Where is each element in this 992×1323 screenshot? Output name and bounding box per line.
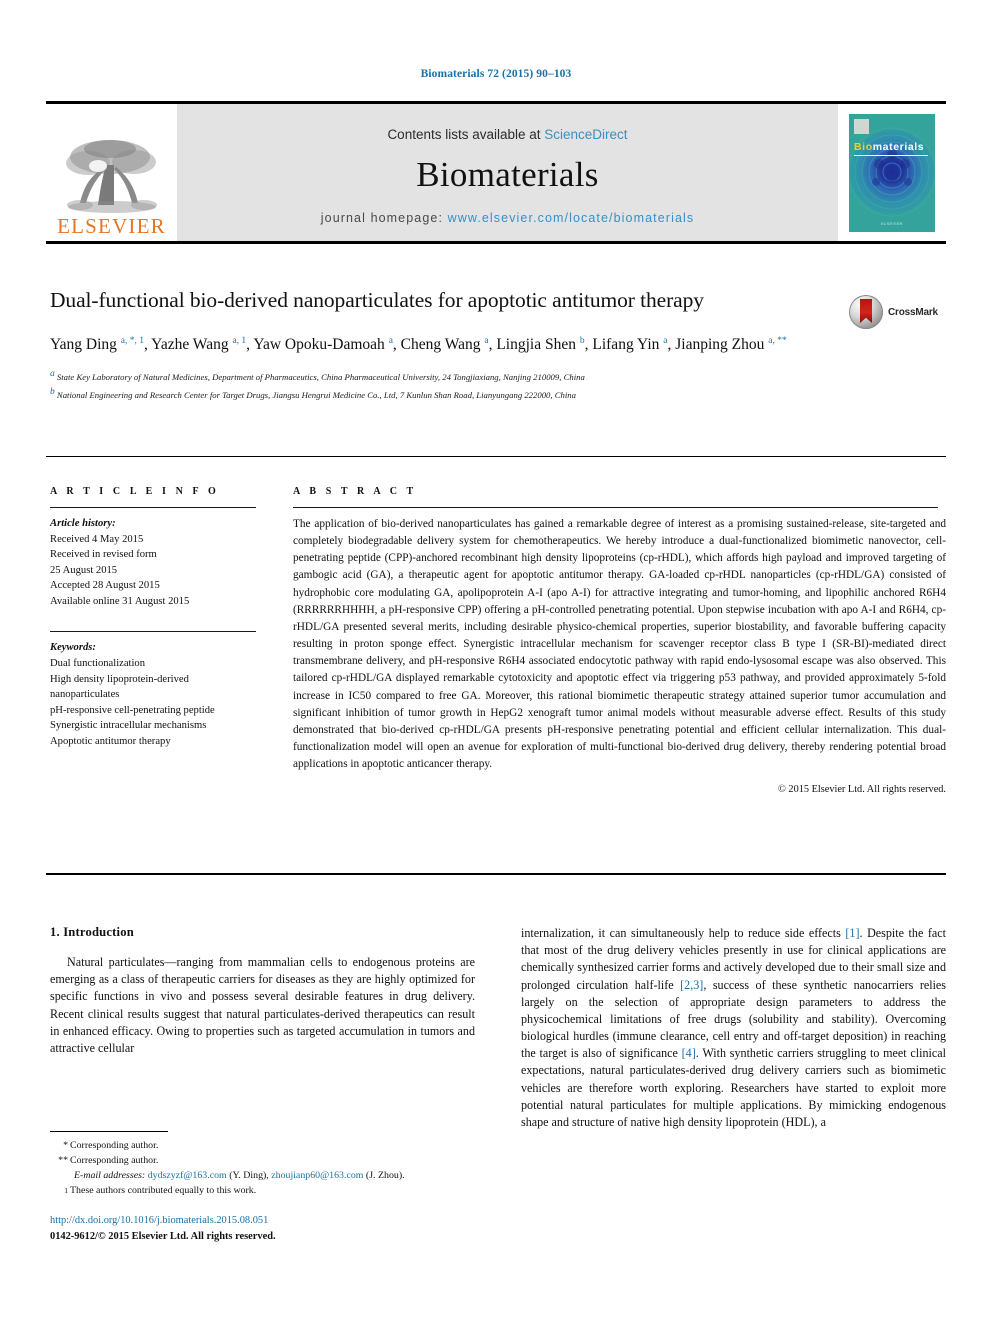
contents-lists-line: Contents lists available at ScienceDirec…: [387, 127, 627, 142]
issn-copyright-line: 0142-9612/© 2015 Elsevier Ltd. All right…: [50, 1230, 276, 1242]
keyword-item: High density lipoprotein-derived: [50, 673, 189, 685]
history-line: Accepted 28 August 2015: [50, 580, 160, 592]
body-column-right: internalization, it can simultaneously h…: [521, 925, 946, 1131]
keywords-rule: [50, 631, 256, 633]
intro-paragraph-left: Natural particulates—ranging from mammal…: [50, 955, 475, 1055]
affiliation-a: a State Key Laboratory of Natural Medici…: [50, 367, 840, 384]
keyword-item: Apoptotic antitumor therapy: [50, 735, 171, 747]
history-line: 25 August 2015: [50, 564, 118, 576]
keywords-group: Keywords: Dual functionalization High de…: [50, 640, 293, 749]
footnote-corresponding-2-text: Corresponding author.: [70, 1154, 159, 1166]
footnote-equal-contribution: 1 These authors contributed equally to t…: [50, 1184, 475, 1199]
body-column-left: 1. Introduction Natural particulates—ran…: [50, 925, 475, 1131]
elsevier-wordmark: ELSEVIER: [57, 214, 166, 238]
section-heading-introduction: 1. Introduction: [50, 925, 134, 939]
keyword-item: Synergistic intracellular mechanisms: [50, 720, 207, 732]
footnote-block: * Corresponding author. ** Corresponding…: [50, 1131, 475, 1198]
email-owner-ding: (Y. Ding),: [229, 1169, 269, 1181]
doi-link[interactable]: http://dx.doi.org/10.1016/j.biomaterials…: [50, 1213, 475, 1229]
affiliation-b: b National Engineering and Research Cent…: [50, 385, 840, 402]
footnote-marker-double-asterisk: **: [58, 1154, 68, 1166]
article-history-label: Article history:: [50, 518, 116, 529]
email-link-zhou[interactable]: zhoujianp60@163.com: [271, 1170, 363, 1181]
abstract-text: The application of bio-derived nanoparti…: [293, 518, 946, 771]
keyword-item: pH-responsive cell-penetrating peptide: [50, 704, 215, 716]
email-link-ding[interactable]: dydszyzf@163.com: [148, 1170, 227, 1181]
cover-title-bio: Bio: [854, 140, 873, 153]
cover-title-materials: materials: [872, 140, 925, 153]
article-first-page: Biomaterials 72 (2015) 90–103 ELSEVIER C…: [0, 0, 992, 1323]
footer-doi-block: http://dx.doi.org/10.1016/j.biomaterials…: [50, 1213, 475, 1244]
keyword-item: nanoparticulates: [50, 689, 120, 701]
masthead-center: Contents lists available at ScienceDirec…: [177, 104, 838, 241]
journal-cover-block: Biomaterials ELSEVIER: [838, 104, 946, 241]
affiliation-a-marker: a: [50, 369, 55, 380]
footnote-marker-one: 1: [64, 1185, 68, 1195]
journal-masthead: ELSEVIER Contents lists available at Sci…: [46, 101, 946, 244]
elsevier-tree-icon: [58, 135, 166, 215]
history-line: Available online 31 August 2015: [50, 595, 190, 607]
intro-paragraph-right: internalization, it can simultaneously h…: [521, 926, 947, 1129]
article-title: Dual-functional bio-derived nanoparticul…: [50, 288, 704, 312]
affiliation-a-text: State Key Laboratory of Natural Medicine…: [56, 371, 585, 382]
keywords-label: Keywords:: [50, 642, 96, 654]
history-line: Received 4 May 2015: [50, 533, 144, 545]
email-owner-zhou: (J. Zhou).: [365, 1169, 405, 1181]
abstract-copyright: © 2015 Elsevier Ltd. All rights reserved…: [778, 784, 946, 796]
footnote-divider: [50, 1131, 168, 1132]
footnote-corresponding-2: ** Corresponding author.: [50, 1154, 475, 1169]
footnote-emails: E-mail addresses: dydszyzf@163.com (Y. D…: [50, 1169, 475, 1184]
cover-title: Biomaterials: [854, 141, 924, 153]
info-abstract-region: A R T I C L E I N F O Article history: R…: [50, 486, 946, 795]
affiliation-b-marker: b: [50, 387, 55, 398]
journal-homepage-link[interactable]: www.elsevier.com/locate/biomaterials: [448, 211, 695, 225]
cover-divider: [854, 154, 928, 156]
crossmark-label: CrossMark: [888, 306, 938, 318]
email-addresses-label: E-mail addresses:: [74, 1169, 146, 1181]
contents-lists-prefix: Contents lists available at: [387, 126, 545, 142]
cover-footer-text: ELSEVIER: [881, 220, 903, 226]
footnote-marker-asterisk: *: [63, 1140, 68, 1151]
title-block: Dual-functional bio-derived nanoparticul…: [50, 286, 840, 402]
journal-cover-image: Biomaterials ELSEVIER: [849, 113, 935, 232]
footnote-equal-contribution-text: These authors contributed equally to thi…: [70, 1184, 257, 1196]
body-columns: 1. Introduction Natural particulates—ran…: [50, 925, 946, 1131]
article-history-group: Article history: Received 4 May 2015 Rec…: [50, 516, 293, 609]
divider-above-abstract: [46, 456, 946, 457]
journal-homepage-label: journal homepage:: [320, 210, 448, 225]
divider-below-abstract: [46, 873, 946, 875]
footnote-corresponding-1-text: Corresponding author.: [70, 1140, 159, 1151]
crossmark-icon: [849, 295, 883, 329]
article-info-column: A R T I C L E I N F O Article history: R…: [50, 486, 293, 795]
keyword-item: Dual functionalization: [50, 657, 146, 669]
sciencedirect-link[interactable]: ScienceDirect: [544, 127, 627, 142]
cover-publisher-badge-icon: [854, 118, 869, 134]
abstract-column: A B S T R A C T The application of bio-d…: [293, 486, 946, 795]
article-info-heading: A R T I C L E I N F O: [50, 486, 220, 497]
journal-homepage-line: journal homepage: www.elsevier.com/locat…: [321, 211, 694, 225]
abstract-heading: A B S T R A C T: [293, 486, 417, 497]
running-head: Biomaterials 72 (2015) 90–103: [420, 68, 572, 80]
abstract-rule: [293, 507, 938, 508]
footnote-corresponding-1: * Corresponding author.: [50, 1139, 475, 1154]
elsevier-logo-block: ELSEVIER: [46, 104, 177, 241]
affiliation-b-text: National Engineering and Research Center…: [56, 390, 576, 401]
article-info-rule: [50, 507, 256, 508]
author-list: Yang Ding a, *, 1, Yazhe Wang a, 1, Yaw …: [50, 335, 787, 353]
history-line: Received in revised form: [50, 549, 157, 561]
journal-title: Biomaterials: [416, 154, 599, 194]
crossmark-badge[interactable]: CrossMark: [849, 292, 945, 332]
